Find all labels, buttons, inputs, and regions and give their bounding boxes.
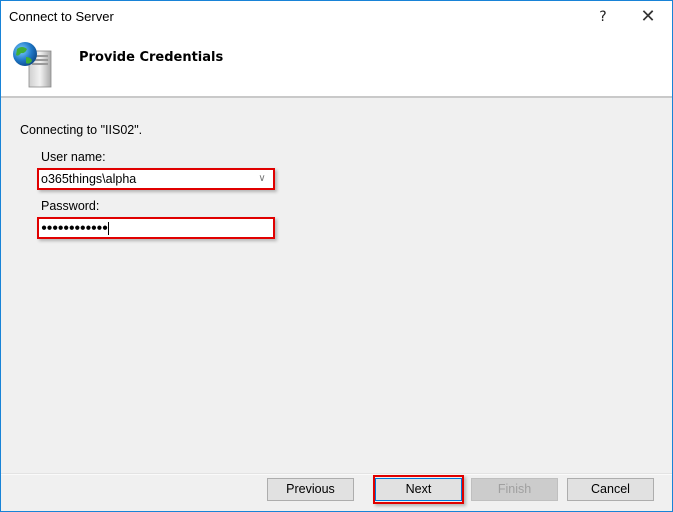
username-combobox[interactable]: o365things\alpha ∨	[37, 168, 275, 190]
close-icon: ✕	[640, 6, 656, 27]
help-button[interactable]: ?	[589, 3, 617, 31]
previous-button[interactable]: Previous	[267, 478, 354, 501]
wizard-header: Provide Credentials	[1, 33, 672, 98]
finish-button: Finish	[471, 478, 558, 501]
server-globe-icon	[13, 42, 52, 88]
password-label: Password:	[41, 199, 100, 213]
password-mask: ●●●●●●●●●●●●	[41, 222, 108, 234]
connect-to-server-dialog: Connect to Server ? ✕ Provide Credential…	[0, 0, 673, 512]
connecting-text: Connecting to "IIS02".	[20, 123, 143, 137]
help-icon: ?	[599, 9, 607, 25]
text-cursor	[108, 222, 110, 236]
window-title: Connect to Server	[9, 9, 114, 24]
footer-divider	[1, 473, 672, 475]
username-label: User name:	[41, 150, 106, 164]
cancel-button[interactable]: Cancel	[567, 478, 654, 501]
username-value: o365things\alpha	[41, 172, 137, 186]
next-button[interactable]: Next	[375, 478, 462, 501]
close-button[interactable]: ✕	[629, 3, 667, 31]
chevron-down-icon[interactable]: ∨	[255, 172, 269, 186]
password-field[interactable]: ●●●●●●●●●●●●	[37, 217, 275, 239]
title-bar: Connect to Server ? ✕	[1, 1, 672, 33]
page-title: Provide Credentials	[79, 50, 224, 65]
